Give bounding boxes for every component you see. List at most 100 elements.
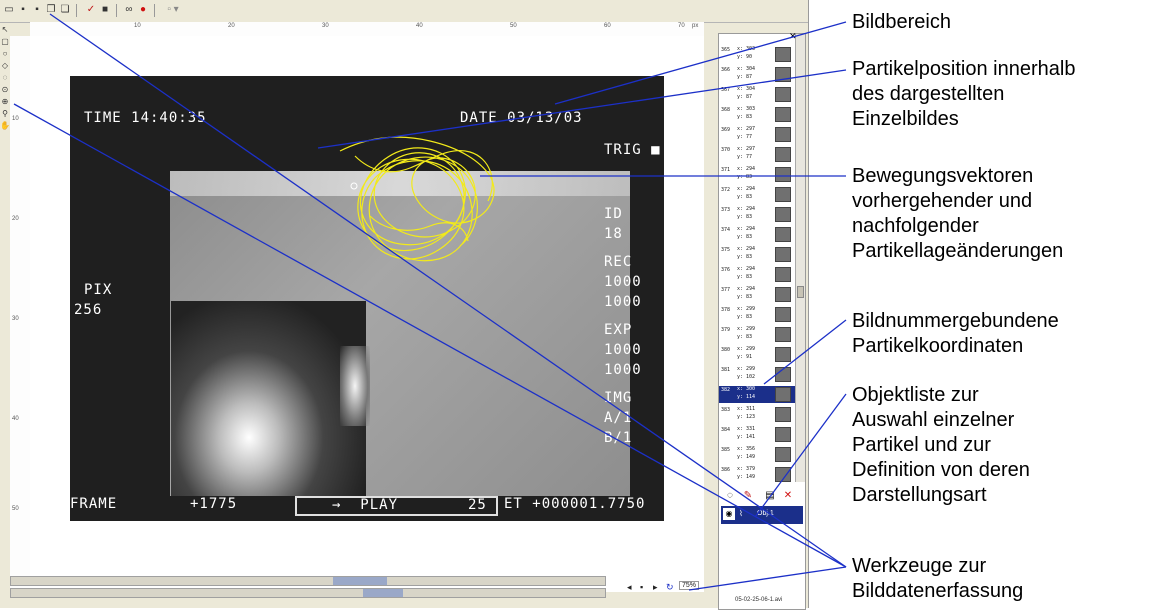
select-tool-icon[interactable]: ▢ bbox=[0, 36, 10, 47]
coord-y: y: 102 bbox=[737, 374, 756, 380]
track-tool-icon[interactable]: ◌ bbox=[0, 72, 10, 83]
paste-icon[interactable]: ❏ bbox=[58, 3, 72, 17]
object-list-row[interactable]: 366 x: 304 y: 87 bbox=[719, 66, 795, 83]
frame-thumbnail[interactable] bbox=[775, 427, 791, 442]
frame-number: 385 bbox=[721, 447, 731, 453]
object-list-row[interactable]: 381 x: 299 y: 102 bbox=[719, 366, 795, 383]
frame-thumbnail[interactable] bbox=[775, 327, 791, 342]
pointer-tool-icon[interactable]: ↖ bbox=[0, 24, 10, 35]
timeline-thumb[interactable] bbox=[333, 577, 387, 585]
object-list-row[interactable]: 380 x: 299 y: 91 bbox=[719, 346, 795, 363]
object-list-row[interactable]: 379 x: 299 y: 83 bbox=[719, 326, 795, 343]
frame-thumbnail[interactable] bbox=[775, 127, 791, 142]
image-canvas[interactable]: TIME 14:40:35 DATE 03/13/03 TRIG ■ ID 18… bbox=[30, 36, 704, 592]
coord-x: x: 294 bbox=[737, 166, 756, 172]
object-list-row[interactable]: 371 x: 294 y: 83 bbox=[719, 166, 795, 183]
frame-thumbnail[interactable] bbox=[775, 187, 791, 202]
lasso-tool-icon[interactable]: ○ bbox=[0, 48, 10, 59]
frame-thumbnail[interactable] bbox=[775, 167, 791, 182]
stop-frame-icon[interactable]: ▪ bbox=[640, 582, 643, 592]
next-frame-icon[interactable]: ▸ bbox=[653, 582, 658, 593]
delete-icon[interactable]: ✕ bbox=[781, 489, 795, 503]
object-list-row[interactable]: 365 x: 303 y: 90 bbox=[719, 46, 795, 63]
frame-thumbnail[interactable] bbox=[775, 247, 791, 262]
label-line: Objektliste zur bbox=[852, 384, 979, 406]
frame-thumbnail[interactable] bbox=[775, 267, 791, 282]
frame-thumbnail[interactable] bbox=[775, 447, 791, 462]
object-list-scrollbar[interactable] bbox=[795, 34, 805, 482]
object-list-row[interactable]: 375 x: 294 y: 83 bbox=[719, 246, 795, 263]
frame-number: 366 bbox=[721, 67, 731, 73]
frame-thumbnail[interactable] bbox=[775, 347, 791, 362]
properties-icon[interactable]: ▤ bbox=[763, 489, 777, 503]
frame-thumbnail[interactable] bbox=[775, 147, 791, 162]
frame-thumbnail[interactable] bbox=[775, 107, 791, 122]
object-list-row[interactable]: 369 x: 297 y: 77 bbox=[719, 126, 795, 143]
coord-x: x: 299 bbox=[737, 306, 756, 312]
hand-tool-icon[interactable]: ✋ bbox=[0, 120, 10, 131]
zoom-out-icon[interactable]: ⚲ bbox=[0, 108, 10, 119]
close-panel-icon[interactable]: ✕ bbox=[789, 31, 797, 42]
timeline-scrollbar[interactable] bbox=[10, 576, 606, 586]
record-icon[interactable]: ● bbox=[136, 3, 150, 17]
frame-thumbnail[interactable] bbox=[775, 407, 791, 422]
frame-thumbnail[interactable] bbox=[775, 467, 791, 482]
open-icon[interactable]: ▭ bbox=[2, 3, 16, 17]
frame-thumbnail[interactable] bbox=[775, 307, 791, 322]
zoom-select[interactable]: 75% bbox=[679, 581, 700, 590]
label-line: Definition von deren bbox=[852, 459, 1030, 481]
frame-thumbnail[interactable] bbox=[775, 207, 791, 222]
frame-scrollbar[interactable] bbox=[10, 588, 606, 598]
frame-thumbnail[interactable] bbox=[775, 87, 791, 102]
frame-number: 373 bbox=[721, 207, 731, 213]
frame-thumb[interactable] bbox=[363, 589, 403, 597]
frame-number: 369 bbox=[721, 127, 731, 133]
coord-x: x: 300 bbox=[737, 386, 756, 392]
prev-frame-icon[interactable]: ◂ bbox=[627, 582, 632, 593]
coord-x: x: 294 bbox=[737, 266, 756, 272]
frame-thumbnail[interactable] bbox=[775, 227, 791, 242]
copy-icon[interactable]: ❐ bbox=[44, 3, 58, 17]
dropdown-icon[interactable]: ▫ ▾ bbox=[160, 3, 186, 17]
check-icon[interactable]: ✓ bbox=[84, 3, 98, 17]
object-list-row[interactable]: 382 x: 300 y: 114 bbox=[719, 386, 795, 403]
new-object-icon[interactable]: ◌ bbox=[723, 489, 737, 503]
frame-thumbnail[interactable] bbox=[775, 47, 791, 62]
video-frame[interactable]: TIME 14:40:35 DATE 03/13/03 TRIG ■ ID 18… bbox=[70, 76, 664, 521]
object-list-row[interactable]: 376 x: 294 y: 83 bbox=[719, 266, 795, 283]
object-list-row[interactable]: 378 x: 299 y: 83 bbox=[719, 306, 795, 323]
frame-number: 367 bbox=[721, 87, 731, 93]
save-icon[interactable]: ▪ bbox=[16, 3, 30, 17]
object-list-row[interactable]: 370 x: 297 y: 77 bbox=[719, 146, 795, 163]
label-werkzeuge: Werkzeuge zur Bilddatenerfassung bbox=[852, 554, 1023, 604]
frame-thumbnail[interactable] bbox=[775, 367, 791, 382]
object-list-row[interactable]: 386 x: 379 y: 149 bbox=[719, 466, 795, 483]
trajectory-style-icon[interactable]: ⌇ bbox=[739, 509, 743, 518]
coord-y: y: 77 bbox=[737, 134, 753, 140]
measure-tool-icon[interactable]: ◇ bbox=[0, 60, 10, 71]
stop-icon[interactable]: ■ bbox=[98, 3, 112, 17]
object-list-row[interactable]: 372 x: 294 y: 83 bbox=[719, 186, 795, 203]
zoom-in-icon[interactable]: ⊕ bbox=[0, 96, 10, 107]
object-list-row[interactable]: 385 x: 356 y: 149 bbox=[719, 446, 795, 463]
refresh-icon[interactable]: ↻ bbox=[666, 582, 674, 593]
binoculars-icon[interactable]: ∞ bbox=[122, 3, 136, 17]
frame-thumbnail[interactable] bbox=[775, 287, 791, 302]
coord-x: x: 331 bbox=[737, 426, 756, 432]
point-tool-icon[interactable]: ⊙ bbox=[0, 84, 10, 95]
object-list-row[interactable]: 377 x: 294 y: 83 bbox=[719, 286, 795, 303]
object-list-row[interactable]: 367 x: 304 y: 87 bbox=[719, 86, 795, 103]
object-list-row[interactable]: 368 x: 303 y: 83 bbox=[719, 106, 795, 123]
object-list-row[interactable]: 373 x: 294 y: 83 bbox=[719, 206, 795, 223]
object-list-row[interactable]: 374 x: 294 y: 83 bbox=[719, 226, 795, 243]
eye-icon[interactable]: ◉ bbox=[723, 508, 735, 520]
object-list-scroll-thumb[interactable] bbox=[797, 286, 804, 298]
edit-object-icon[interactable]: ✎ bbox=[741, 489, 755, 503]
object-list-row[interactable]: 384 x: 331 y: 141 bbox=[719, 426, 795, 443]
object-layer-row[interactable]: ◉ ⌇ Obj.1 bbox=[721, 506, 803, 524]
object-list-row[interactable]: 383 x: 311 y: 123 bbox=[719, 406, 795, 423]
save-as-icon[interactable]: ▪ bbox=[30, 3, 44, 17]
frame-thumbnail[interactable] bbox=[775, 387, 791, 402]
coord-x: x: 294 bbox=[737, 246, 756, 252]
frame-thumbnail[interactable] bbox=[775, 67, 791, 82]
